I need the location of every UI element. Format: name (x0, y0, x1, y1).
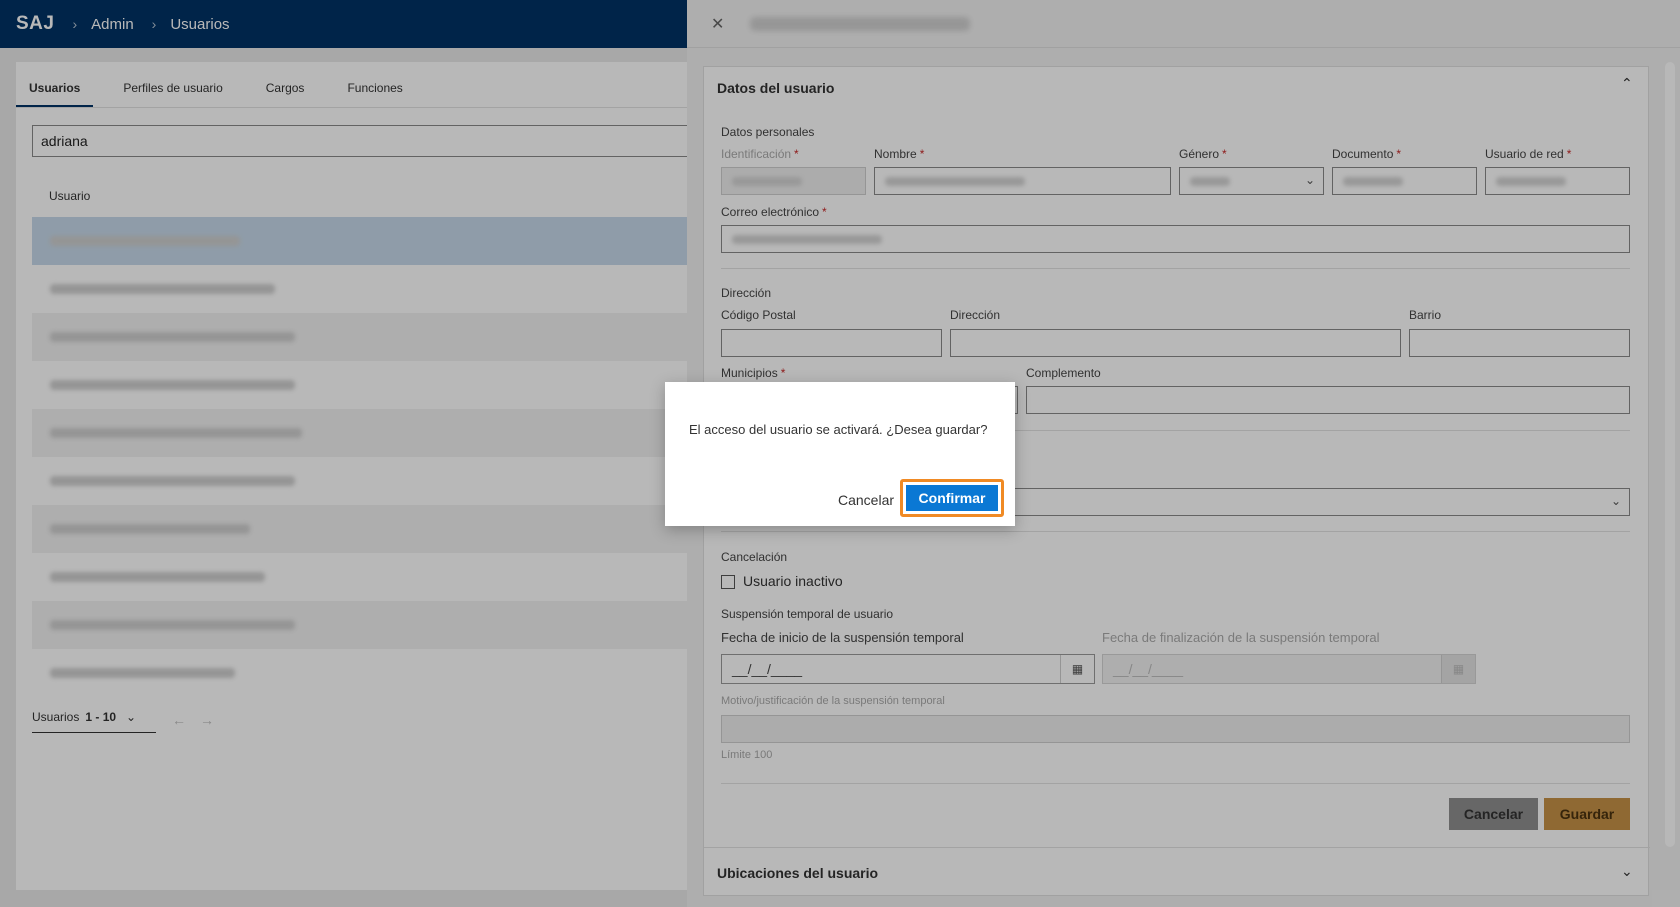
panel-scrollbar[interactable] (1665, 62, 1675, 847)
dialog-confirm-focus-ring: Confirmar (900, 479, 1004, 517)
dialog-confirm-button[interactable]: Confirmar (905, 484, 999, 512)
modal-backdrop (0, 0, 687, 907)
dialog-cancel-button[interactable]: Cancelar (838, 492, 894, 508)
dialog-message: El acceso del usuario se activará. ¿Dese… (689, 422, 988, 437)
confirmation-dialog: El acceso del usuario se activará. ¿Dese… (665, 382, 1015, 526)
